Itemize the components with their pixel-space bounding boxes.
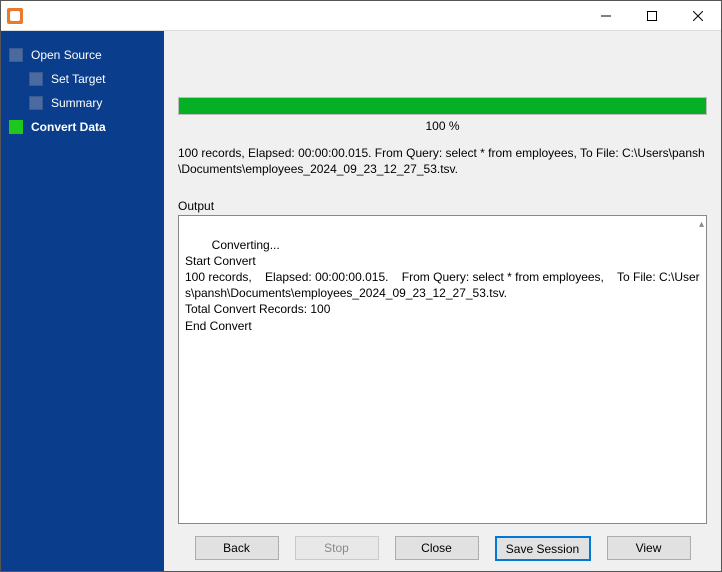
close-button[interactable]: Close xyxy=(395,536,479,560)
progress-section: 100 % xyxy=(178,97,707,143)
content-pane: 100 % 100 records, Elapsed: 00:00:00.015… xyxy=(164,31,721,571)
minimize-button[interactable] xyxy=(583,1,629,31)
view-button[interactable]: View xyxy=(607,536,691,560)
conversion-summary-text: 100 records, Elapsed: 00:00:00.015. From… xyxy=(178,145,707,177)
progress-bar xyxy=(178,97,707,115)
stop-button: Stop xyxy=(295,536,379,560)
step-box-icon xyxy=(29,96,43,110)
save-session-button[interactable]: Save Session xyxy=(495,536,591,561)
progress-percent-label: 100 % xyxy=(178,115,707,143)
scroll-up-arrow-icon[interactable]: ▴ xyxy=(699,218,704,232)
sidebar-item-summary[interactable]: Summary xyxy=(1,91,164,115)
output-label: Output xyxy=(178,199,707,213)
step-box-icon xyxy=(9,48,23,62)
output-text: Converting... Start Convert 100 records,… xyxy=(185,238,700,333)
button-row: Back Stop Close Save Session View xyxy=(178,524,707,561)
window-controls xyxy=(583,1,721,31)
step-box-icon xyxy=(9,120,23,134)
sidebar-item-label: Summary xyxy=(51,96,102,110)
sidebar-item-set-target[interactable]: Set Target xyxy=(1,67,164,91)
output-textarea[interactable]: Converting... Start Convert 100 records,… xyxy=(178,215,707,524)
titlebar xyxy=(1,1,721,31)
close-window-button[interactable] xyxy=(675,1,721,31)
sidebar-item-label: Open Source xyxy=(31,48,102,62)
step-box-icon xyxy=(29,72,43,86)
app-icon xyxy=(7,8,23,24)
sidebar-item-label: Set Target xyxy=(51,72,105,86)
sidebar-item-convert-data[interactable]: Convert Data xyxy=(1,115,164,139)
back-button[interactable]: Back xyxy=(195,536,279,560)
sidebar-item-label: Convert Data xyxy=(31,120,106,134)
sidebar: Open Source Set Target Summary Convert D… xyxy=(1,31,164,571)
sidebar-item-open-source[interactable]: Open Source xyxy=(1,43,164,67)
maximize-button[interactable] xyxy=(629,1,675,31)
progress-fill xyxy=(179,98,706,114)
app-window: Open Source Set Target Summary Convert D… xyxy=(0,0,722,572)
